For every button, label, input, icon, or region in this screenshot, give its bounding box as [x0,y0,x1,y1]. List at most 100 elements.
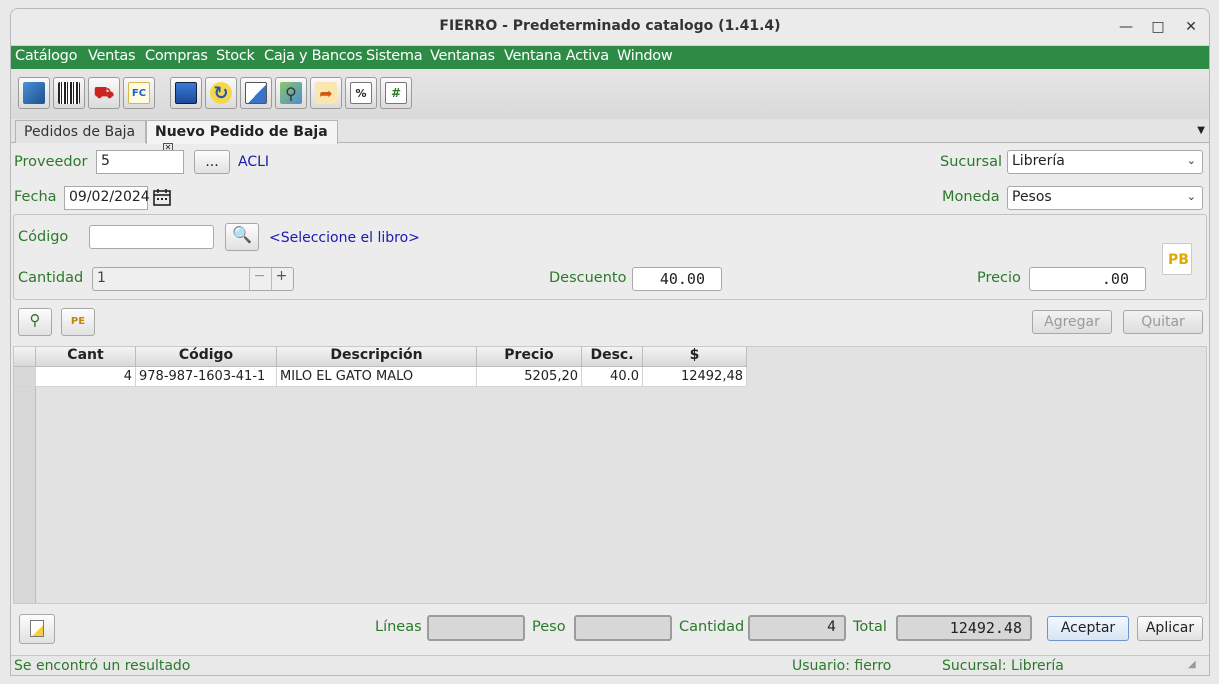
menu-ventana-activa[interactable]: Ventana Activa [504,48,609,64]
fc-button[interactable]: FC [123,77,155,109]
cell-total[interactable]: 12492,48 [643,367,747,387]
menu-sistema[interactable]: Sistema [366,48,423,64]
peso-label: Peso [532,619,566,635]
search-map-icon: ⚲ [280,82,302,104]
col-desc[interactable]: Desc. [582,347,643,367]
codigo-search-button[interactable]: 🔍 [225,223,259,251]
pe-button[interactable]: PE [61,308,95,336]
window-title: FIERRO - Predeterminado catalogo (1.41.4… [439,18,781,34]
chevron-down-icon: ⌄ [1186,154,1196,167]
menu-compras[interactable]: Compras [145,48,208,64]
status-sucursal: Sucursal: Librería [942,658,1064,674]
seleccione-libro-link[interactable]: <Seleccione el libro> [269,230,420,246]
pb-badge: PB [1168,252,1189,268]
barcode-icon [58,82,80,104]
tab-strip: Pedidos de Baja Nuevo Pedido de Baja ✕ ▼ [11,119,1209,153]
tab-label: Pedidos de Baja [24,124,136,140]
lineas-field [427,615,525,641]
aplicar-button[interactable]: Aplicar [1137,616,1203,641]
sucursal-value: Librería [1012,153,1065,169]
title-bar: FIERRO - Predeterminado catalogo (1.41.4… [11,9,1209,46]
codigo-label: Código [18,229,69,245]
close-icon[interactable]: ✕ [1181,17,1201,37]
menu-catalogo[interactable]: Catálogo [15,48,77,64]
search-map-button[interactable]: ⚲ [275,77,307,109]
maximize-icon[interactable]: □ [1148,17,1168,37]
hash-icon: # [385,82,407,104]
cell-codigo[interactable]: 978-987-1603-41-1 [136,367,277,387]
col-codigo[interactable]: Código [136,347,277,367]
sucursal-select[interactable]: Librería ⌄ [1007,150,1203,174]
truck-icon: ⛟ [93,82,115,102]
search-item-button[interactable]: ⚲ [18,308,52,336]
cantidad-input[interactable]: 1 − + [92,267,294,291]
menu-stock[interactable]: Stock [216,48,255,64]
menu-ventanas[interactable]: Ventanas [430,48,495,64]
percent-button[interactable]: % [345,77,377,109]
proveedor-browse-button[interactable]: ... [194,150,230,174]
menu-ventas[interactable]: Ventas [88,48,136,64]
col-descripcion[interactable]: Descripción [277,347,477,367]
precio-label: Precio [977,270,1021,286]
barcode-button[interactable] [53,77,85,109]
export-icon: ➦ [315,82,337,104]
search-icon: 🔍 [232,225,252,244]
export-button[interactable]: ➦ [310,77,342,109]
toolbar: ⛟ FC ↻ ⚲ ➦ % # [11,69,1209,121]
agregar-button[interactable]: Agregar [1032,310,1112,334]
save-icon [175,82,197,104]
items-table: Cant Código Descripción Precio Desc. $ 4… [13,346,1207,604]
refresh-button[interactable]: ↻ [205,77,237,109]
tab-label: Nuevo Pedido de Baja [155,124,328,140]
cantidad-total-field: 4 [748,615,846,641]
menu-caja-bancos[interactable]: Caja y Bancos [264,48,363,64]
proveedor-name-link[interactable]: ACLI [238,154,269,170]
cell-cant[interactable]: 4 [36,367,136,387]
tab-nuevo-pedido-de-baja[interactable]: Nuevo Pedido de Baja ✕ [146,120,338,153]
peso-field [574,615,672,641]
calendar-icon[interactable] [152,187,172,207]
sucursal-label: Sucursal [940,154,1002,170]
cantidad-total-label: Cantidad [679,619,745,635]
proveedor-input[interactable]: 5 [96,150,184,174]
quitar-button[interactable]: Quitar [1123,310,1203,334]
aceptar-button[interactable]: Aceptar [1047,616,1129,641]
hash-button[interactable]: # [380,77,412,109]
minus-icon[interactable]: − [249,268,269,290]
menu-window[interactable]: Window [617,48,673,64]
moneda-select[interactable]: Pesos ⌄ [1007,186,1203,210]
col-precio[interactable]: Precio [477,347,582,367]
status-usuario: Usuario: fierro [792,658,892,674]
tab-list-arrow-icon[interactable]: ▼ [1197,125,1205,136]
descuento-input[interactable]: 40.00 [632,267,722,291]
fecha-input[interactable]: 09/02/2024 [64,186,150,210]
cell-desc[interactable]: 40.0 [582,367,643,387]
search-map-icon: ⚲ [29,311,41,329]
chevron-down-icon: ⌄ [1186,190,1196,203]
menu-bar: Catálogo Ventas Compras Stock Caja y Ban… [11,46,1209,69]
minimize-icon[interactable]: — [1116,17,1136,37]
row-header[interactable] [14,367,36,387]
cell-descripcion[interactable]: MILO EL GATO MALO [277,367,477,387]
new-document-button[interactable] [19,614,55,644]
new-document-icon [30,620,44,637]
col-total[interactable]: $ [643,347,747,367]
col-cant[interactable]: Cant [36,347,136,367]
precio-input[interactable]: .00 [1029,267,1146,291]
truck-button[interactable]: ⛟ [88,77,120,109]
codigo-input[interactable] [89,225,214,249]
status-bar: Se encontró un resultado Usuario: fierro… [11,655,1209,675]
plus-icon[interactable]: + [271,268,291,290]
app-window: FIERRO - Predeterminado catalogo (1.41.4… [10,8,1210,676]
pb-icon[interactable]: PB [1162,243,1192,275]
descuento-label: Descuento [549,270,627,286]
tab-pedidos-de-baja[interactable]: Pedidos de Baja [15,120,146,143]
resize-grip-icon[interactable]: ◢ [1188,659,1196,670]
book-button[interactable] [18,77,50,109]
corner-header [14,347,36,367]
book-icon [23,82,45,104]
cell-precio[interactable]: 5205,20 [477,367,582,387]
save-button[interactable] [170,77,202,109]
document-button[interactable] [240,77,272,109]
cantidad-label: Cantidad [18,270,84,286]
